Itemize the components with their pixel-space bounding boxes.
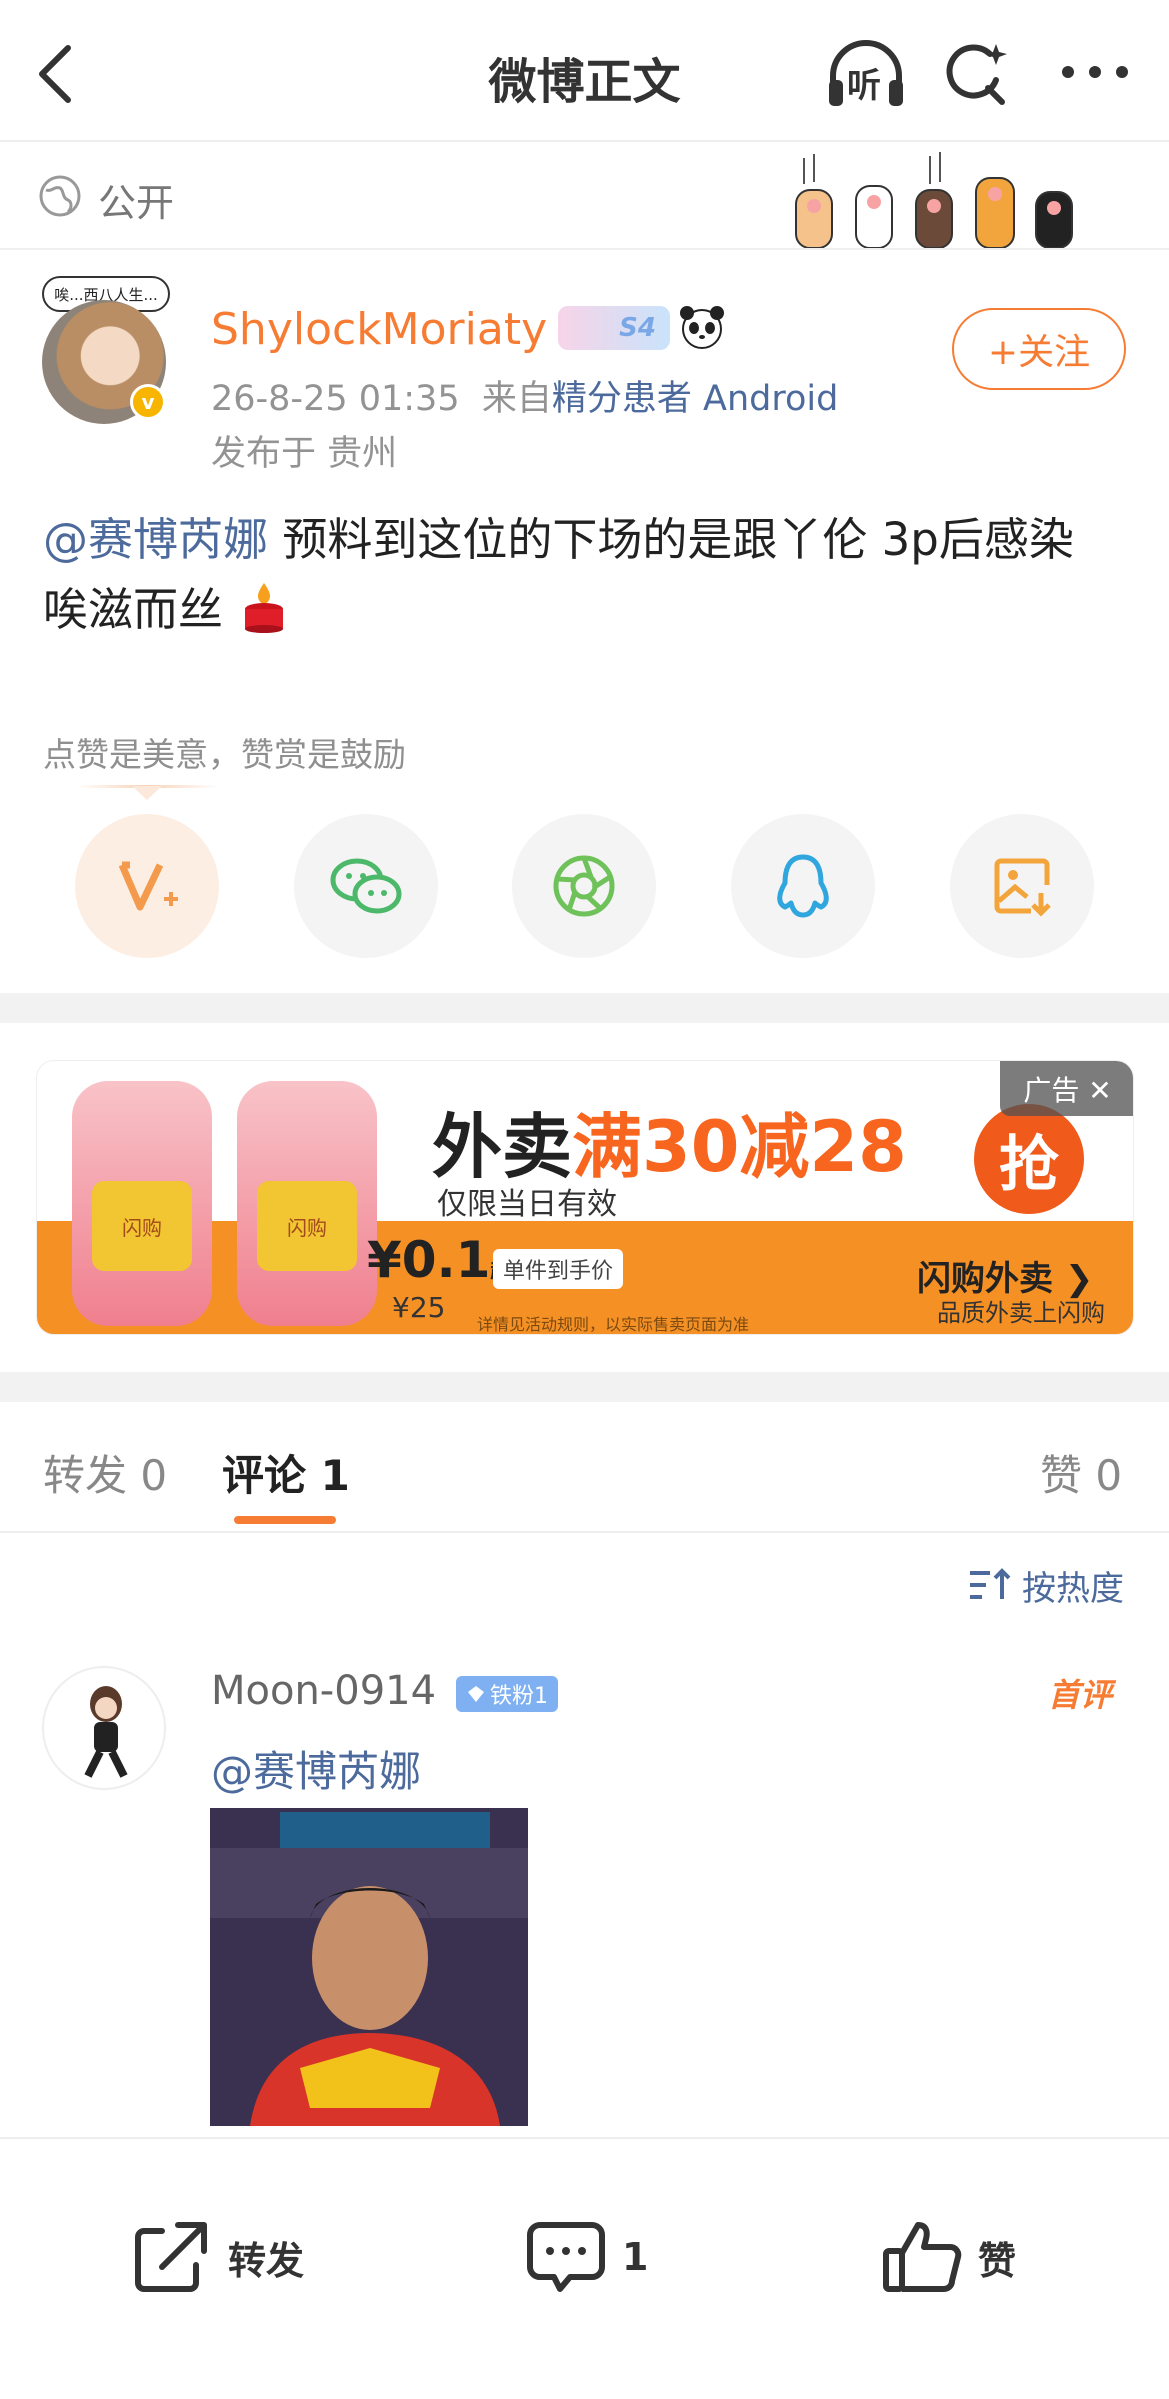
ad-price-note: 单件到手价 <box>493 1249 624 1289</box>
fan-badge-label: 铁粉1 <box>490 1684 548 1709</box>
section-divider <box>0 993 1169 1023</box>
ad-cup-1: 闪购 <box>92 1181 192 1271</box>
ad-price: ¥0.1起 <box>367 1231 510 1289</box>
comment-bubble-icon <box>527 2222 605 2292</box>
follow-button[interactable]: +关注 <box>952 308 1126 390</box>
fan-level-badge: 铁粉1 <box>456 1676 558 1712</box>
comment-image-content <box>210 1808 528 2126</box>
bottom-action-bar: 转发 1 赞 <box>0 2137 1169 2399</box>
tab-like-label: 赞 <box>1040 1451 1083 1500</box>
moments-aperture-icon <box>553 855 615 917</box>
share-qq-button[interactable] <box>731 814 875 958</box>
search-refresh-icon[interactable] <box>944 40 1010 106</box>
reward-hint: 点赞是美意，赞赏是鼓励 <box>43 735 406 774</box>
reward-hint-pointer <box>132 786 162 800</box>
panda-icon <box>680 306 724 349</box>
top-nav-bar: 微博正文 听 <box>0 0 1169 142</box>
comment-mention[interactable]: @赛博芮娜 <box>211 1738 421 1799</box>
diamond-icon <box>468 1686 484 1702</box>
image-download-icon <box>994 858 1051 917</box>
ad-headline-a: 外卖 <box>432 1106 572 1188</box>
section-divider <box>0 1372 1169 1402</box>
cat-paws-decoration <box>795 152 1073 248</box>
commenter-avatar-image <box>84 1686 128 1778</box>
listen-button[interactable]: 听 <box>825 40 907 110</box>
tab-comment-count: 1 <box>320 1451 350 1500</box>
qq-penguin-icon <box>777 854 829 918</box>
ad-price-value: ¥0.1 <box>367 1231 491 1289</box>
globe-icon <box>39 175 81 217</box>
post-text-line1: 预料到这位的下场的是跟丫伦 3p后感染 <box>268 513 1074 566</box>
ad-grab-button[interactable]: 抢 <box>974 1104 1084 1214</box>
tab-like-count: 0 <box>1095 1451 1123 1500</box>
source-prefix: 来自 <box>481 379 552 419</box>
listen-label: 听 <box>847 66 881 106</box>
tab-comment[interactable]: 评论 1 <box>222 1442 350 1503</box>
reward-button[interactable] <box>75 814 219 958</box>
thumbs-up-icon <box>883 2222 962 2292</box>
ad-brand-sub: 品质外卖上闪购 <box>937 1299 1105 1327</box>
tab-repost[interactable]: 转发 0 <box>43 1442 167 1503</box>
author-name[interactable]: ShylockMoriaty <box>211 304 547 355</box>
post-time: 26-8-25 01:35 <box>211 379 460 419</box>
share-wechat-button[interactable] <box>294 814 438 958</box>
ad-headline: 外卖满30减28 <box>432 1091 907 1192</box>
like-label: 赞 <box>978 2238 1017 2283</box>
ad-cup-2: 闪购 <box>257 1181 357 1271</box>
post-source[interactable]: 精分患者 Android <box>552 379 838 419</box>
repost-icon <box>135 2222 207 2292</box>
repost-label: 转发 <box>228 2238 305 2283</box>
comment-button[interactable]: 1 <box>526 2219 648 2295</box>
author-avatar[interactable]: 唉...西八人生... v <box>42 276 170 424</box>
more-icon[interactable] <box>1060 64 1130 80</box>
tabs-divider <box>0 1531 1169 1533</box>
first-comment-tag: 首评 <box>1048 1676 1113 1714</box>
post-text: @赛博芮娜 预料到这位的下场的是跟丫伦 3p后感染 唉滋而丝 <box>43 505 1133 645</box>
commenter-name[interactable]: Moon-0914 <box>211 1668 436 1714</box>
post-text-line2: 唉滋而丝 <box>43 583 224 636</box>
candle-emoji-icon <box>245 583 284 633</box>
level-badge: S4 <box>558 306 670 350</box>
sort-button[interactable]: 按热度 <box>968 1560 1124 1610</box>
reward-v-icon <box>118 861 178 911</box>
visibility-bar: 公开 <box>0 144 1169 250</box>
post-mention[interactable]: @赛博芮娜 <box>43 513 268 566</box>
comment-image[interactable] <box>210 1808 528 2126</box>
post-location: 发布于 贵州 <box>211 434 398 474</box>
tab-repost-count: 0 <box>140 1451 168 1500</box>
like-button[interactable]: 赞 <box>882 2219 1016 2295</box>
commenter-avatar[interactable] <box>42 1666 166 1790</box>
active-tab-indicator <box>234 1516 336 1524</box>
visibility-label: 公开 <box>98 181 175 225</box>
share-moments-button[interactable] <box>512 814 656 958</box>
wechat-icon <box>330 858 402 914</box>
ad-close-tag[interactable]: 广告 ✕ <box>1000 1061 1133 1116</box>
tab-repost-label: 转发 <box>43 1451 128 1500</box>
tab-like[interactable]: 赞 0 <box>1040 1442 1122 1503</box>
ad-original-price: ¥25 <box>392 1291 446 1324</box>
tab-comment-label: 评论 <box>222 1451 307 1500</box>
ad-subline: 仅限当日有效 <box>437 1187 617 1222</box>
ad-rules: 详情见活动规则，以实际售卖页面为准 <box>477 1315 750 1334</box>
post-meta: 26-8-25 01:35 来自精分患者 Android <box>211 370 838 421</box>
comment-count: 1 <box>622 2235 649 2279</box>
save-image-button[interactable] <box>950 814 1094 958</box>
sort-label: 按热度 <box>1022 1568 1124 1609</box>
ad-headline-b: 满30减28 <box>572 1106 907 1188</box>
sort-icon <box>970 1568 1011 1599</box>
ad-banner[interactable]: 闪购 闪购 外卖满30减28 仅限当日有效 抢 广告 ✕ ¥0.1起 单件到手价… <box>36 1060 1134 1335</box>
verified-badge-icon: v <box>130 384 166 420</box>
repost-button[interactable]: 转发 <box>132 2219 304 2295</box>
